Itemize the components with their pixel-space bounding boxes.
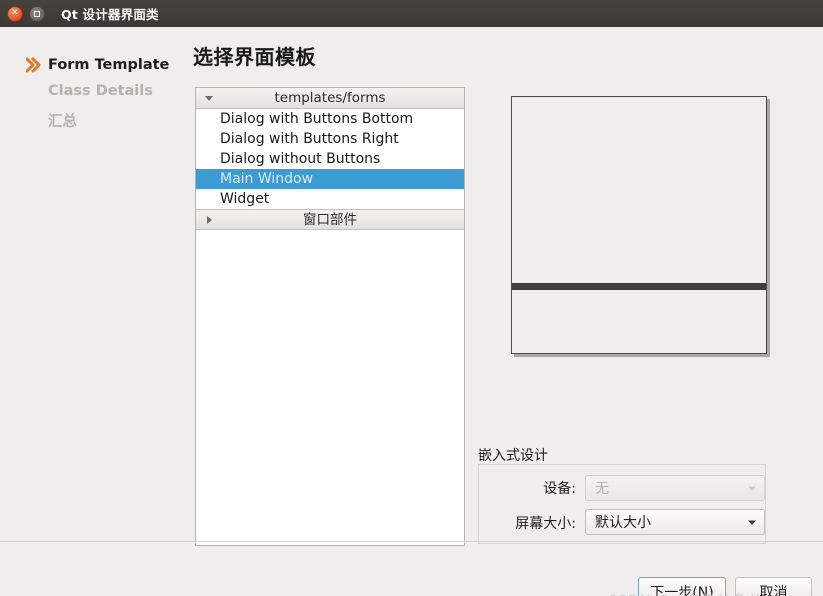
sidebar-item-summary[interactable]: 汇总 xyxy=(26,110,77,131)
device-combobox[interactable]: 无 xyxy=(585,475,765,501)
chevron-down-icon xyxy=(748,486,756,491)
list-group-title: templates/forms xyxy=(274,90,386,106)
sidebar-item-label: Form Template xyxy=(48,57,170,73)
template-list-panel[interactable]: templates/forms Dialog with Buttons Bott… xyxy=(195,87,465,546)
screen-size-field-row: 屏幕大小: xyxy=(498,513,576,533)
maximize-icon xyxy=(30,7,44,21)
chevron-down-icon[interactable] xyxy=(746,516,758,528)
window-title: Qt 设计器界面类 xyxy=(61,7,159,22)
wizard-sidebar: Form Template Class Details 汇总 xyxy=(0,27,183,596)
close-icon: ✕ xyxy=(11,8,19,18)
close-button[interactable]: ✕ xyxy=(7,5,23,22)
list-item[interactable]: Dialog with Buttons Right xyxy=(196,129,464,149)
screen-size-combobox-value: 默认大小 xyxy=(595,515,651,531)
list-item[interactable]: Dialog without Buttons xyxy=(196,149,464,169)
maximize-button[interactable] xyxy=(29,5,45,22)
list-group-header-widgets[interactable]: 窗口部件 xyxy=(196,209,464,230)
sidebar-item-class-details[interactable]: Class Details xyxy=(26,83,153,99)
preview-main-window xyxy=(511,96,767,354)
preview-statusbar-bar xyxy=(512,283,766,290)
cancel-button[interactable]: 取消 xyxy=(735,577,812,596)
title-bar: ✕ Qt 设计器界面类 xyxy=(0,0,823,27)
sidebar-item-label: 汇总 xyxy=(48,114,77,130)
list-group-header-templates-forms[interactable]: templates/forms xyxy=(196,88,464,109)
list-empty-area xyxy=(196,230,464,526)
footer-separator xyxy=(0,541,823,542)
chevron-right-icon xyxy=(26,57,41,73)
sidebar-item-label: Class Details xyxy=(48,83,153,99)
screen-size-combobox[interactable]: 默认大小 xyxy=(585,509,765,535)
embedded-design-title: 嵌入式设计 xyxy=(478,448,548,464)
device-label: 设备: xyxy=(543,481,576,497)
wizard-content: Form Template Class Details 汇总 选择界面模板 te… xyxy=(0,27,823,596)
sidebar-item-form-template[interactable]: Form Template xyxy=(26,57,169,73)
list-item[interactable]: Dialog with Buttons Bottom xyxy=(196,109,464,129)
qt-designer-wizard-window: ✕ Qt 设计器界面类 Form Template Class Details xyxy=(0,0,823,596)
list-item-selected[interactable]: Main Window xyxy=(196,169,464,189)
screen-size-label: 屏幕大小: xyxy=(515,516,576,532)
next-button[interactable]: 下一步(N) xyxy=(638,577,726,596)
template-preview xyxy=(511,96,770,357)
list-group-title: 窗口部件 xyxy=(303,211,357,228)
list-item[interactable]: Widget xyxy=(196,189,464,209)
device-field-row: 设备: xyxy=(498,478,576,498)
page-title: 选择界面模板 xyxy=(193,45,316,69)
device-combobox-value: 无 xyxy=(595,481,609,497)
